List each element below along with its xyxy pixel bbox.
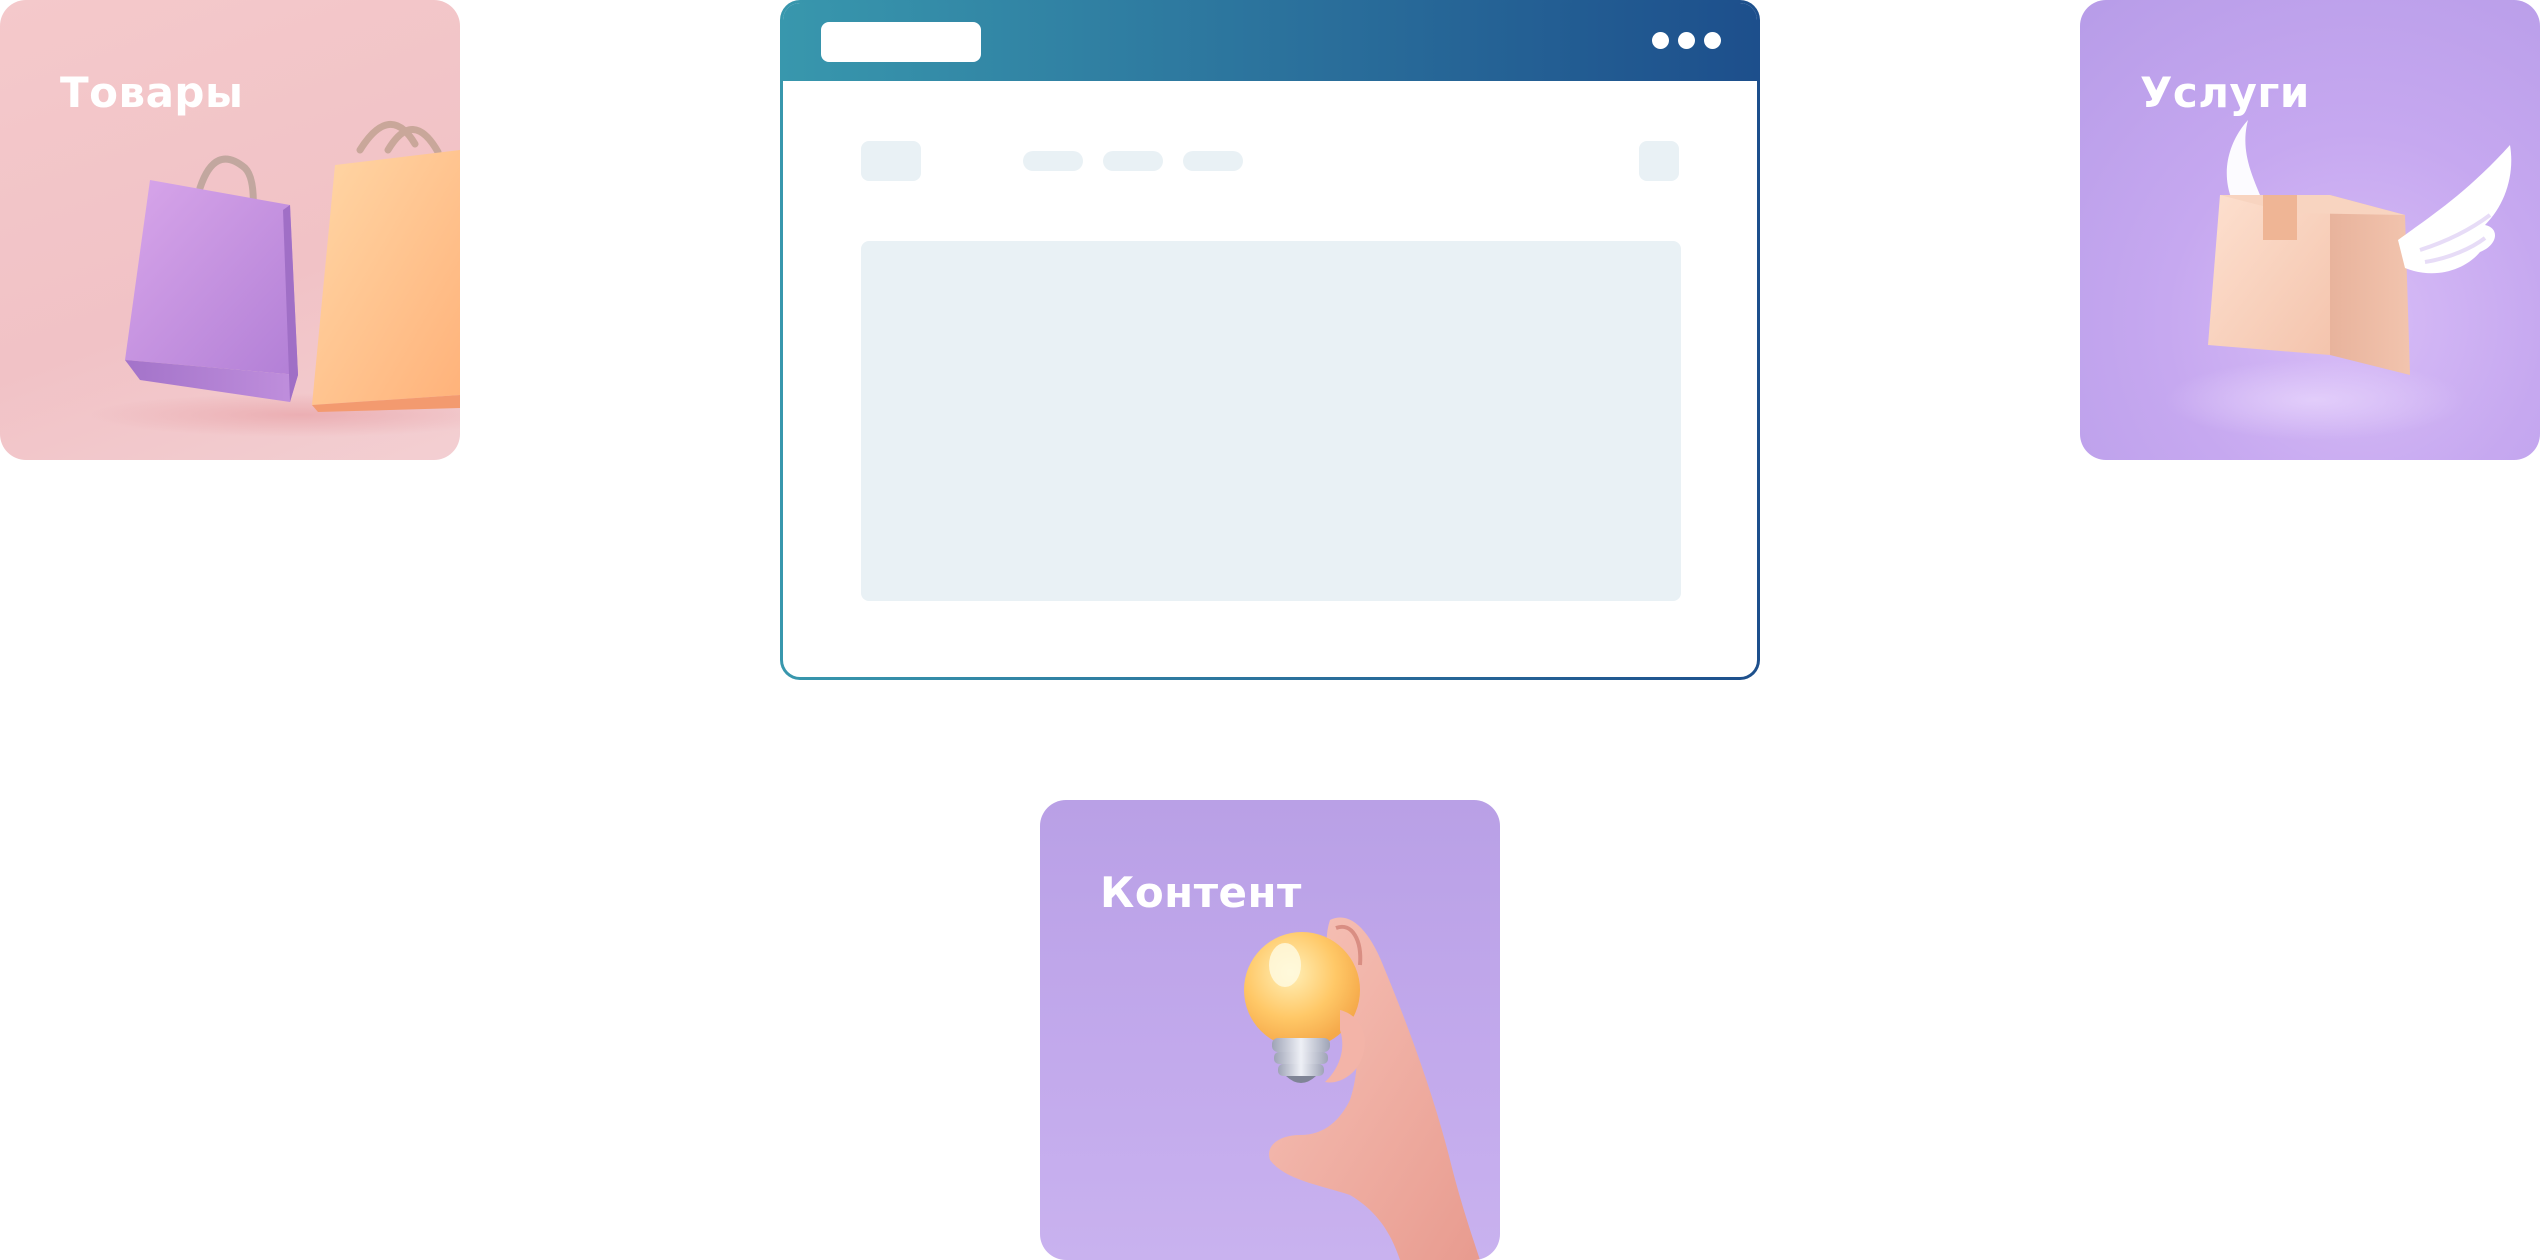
placeholder-nav-item bbox=[1183, 151, 1243, 171]
browser-titlebar bbox=[783, 3, 1757, 81]
placeholder-action-button bbox=[1639, 141, 1679, 181]
address-bar[interactable] bbox=[821, 22, 981, 62]
placeholder-hero-block bbox=[861, 241, 1681, 601]
browser-window-mockup bbox=[780, 0, 1760, 680]
placeholder-nav-item bbox=[1103, 151, 1163, 171]
card-services-label: Услуги bbox=[2140, 68, 2310, 117]
card-goods[interactable]: Товары bbox=[0, 0, 460, 460]
dot bbox=[1678, 32, 1695, 49]
placeholder-logo bbox=[861, 141, 921, 181]
dot bbox=[1652, 32, 1669, 49]
card-content-label: Контент bbox=[1100, 868, 1302, 917]
canvas: Товары Услуги Контент bbox=[0, 0, 2540, 1260]
card-content[interactable]: Контент bbox=[1040, 800, 1500, 1260]
card-services[interactable]: Услуги bbox=[2080, 0, 2540, 460]
more-dots-icon[interactable] bbox=[1652, 32, 1721, 49]
dot bbox=[1704, 32, 1721, 49]
placeholder-nav-item bbox=[1023, 151, 1083, 171]
browser-window-body bbox=[783, 3, 1757, 677]
card-goods-label: Товары bbox=[60, 68, 244, 117]
